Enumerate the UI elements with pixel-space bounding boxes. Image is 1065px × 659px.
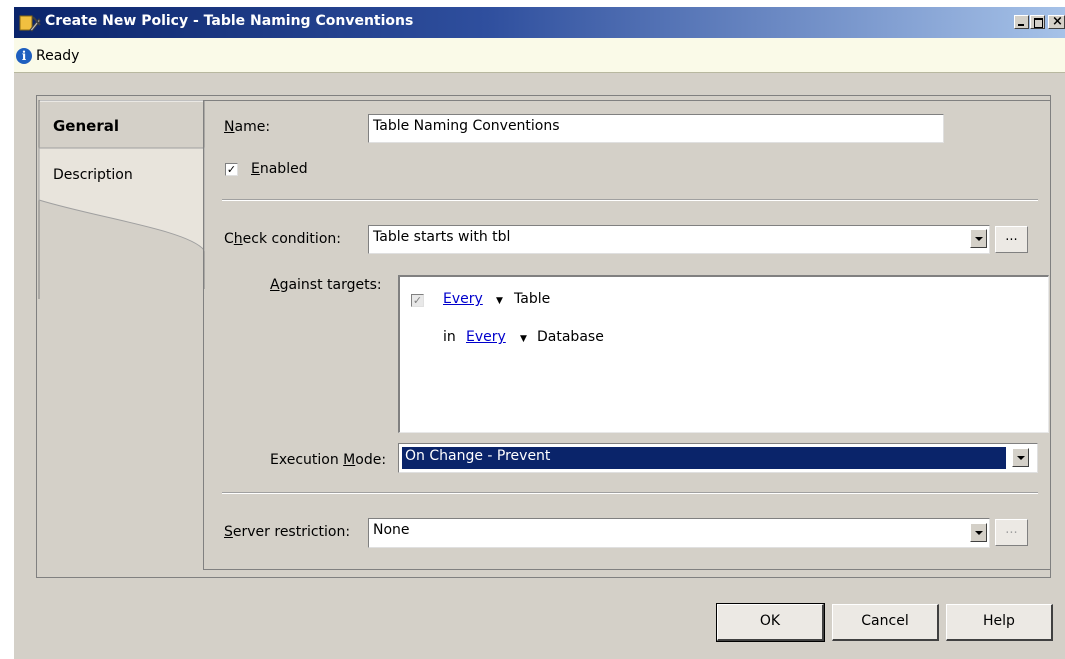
check-condition-dropdown-arrow[interactable]	[970, 229, 987, 248]
enabled-label: Enabled	[251, 161, 308, 177]
targets-checkbox[interactable]: ✓	[411, 294, 424, 307]
execution-mode-label: Execution Mode:	[270, 452, 387, 468]
section-divider-2	[222, 492, 1038, 494]
target-every-link-1[interactable]: Every	[443, 291, 483, 307]
enabled-checkbox[interactable]: ✓	[225, 163, 238, 176]
target-in-label: in	[443, 329, 456, 345]
name-input[interactable]: Table Naming Conventions	[368, 114, 944, 143]
tab-general[interactable]: General	[53, 117, 119, 135]
close-button[interactable]: ×	[1048, 14, 1065, 29]
target-dropdown-caret-2[interactable]: ▼	[520, 334, 527, 344]
section-divider	[222, 199, 1038, 201]
check-condition-label: Check condition:	[224, 231, 341, 247]
execution-mode-dropdown-arrow[interactable]	[1012, 448, 1029, 467]
ok-button[interactable]: OK	[716, 603, 825, 642]
server-restriction-ellipsis-button[interactable]: ...	[995, 519, 1028, 546]
server-restriction-label: Server restriction:	[224, 524, 351, 540]
close-icon: ×	[1052, 14, 1063, 29]
tab-description[interactable]: Description	[53, 167, 133, 183]
info-icon: i	[16, 48, 32, 64]
status-text: Ready	[36, 48, 80, 64]
server-restriction-combo[interactable]: None	[368, 518, 990, 548]
help-button[interactable]: Help	[946, 604, 1053, 641]
execution-mode-combo[interactable]: On Change - Prevent	[398, 443, 1038, 473]
target-every-link-2[interactable]: Every	[466, 329, 506, 345]
target-type-2: Database	[537, 329, 604, 345]
target-dropdown-caret-1[interactable]: ▼	[496, 296, 503, 306]
minimize-button[interactable]	[1014, 15, 1029, 29]
minimize-icon	[1018, 24, 1024, 26]
status-bar: i Ready	[14, 38, 1065, 73]
cancel-button[interactable]: Cancel	[832, 604, 939, 641]
check-condition-ellipsis-button[interactable]: ...	[995, 226, 1028, 253]
window-title: Create New Policy - Table Naming Convent…	[45, 13, 414, 29]
title-bar: Create New Policy - Table Naming Convent…	[14, 7, 1065, 38]
server-restriction-dropdown-arrow[interactable]	[970, 523, 987, 542]
execution-mode-selected: On Change - Prevent	[402, 447, 1006, 469]
against-targets-label: Against targets:	[270, 277, 382, 293]
policy-icon	[19, 15, 41, 32]
name-label: Name:	[224, 119, 271, 135]
maximize-button[interactable]	[1030, 15, 1045, 29]
maximize-icon	[1034, 18, 1043, 28]
check-condition-combo[interactable]: Table starts with tbl	[368, 225, 990, 254]
target-type-1: Table	[514, 291, 551, 307]
